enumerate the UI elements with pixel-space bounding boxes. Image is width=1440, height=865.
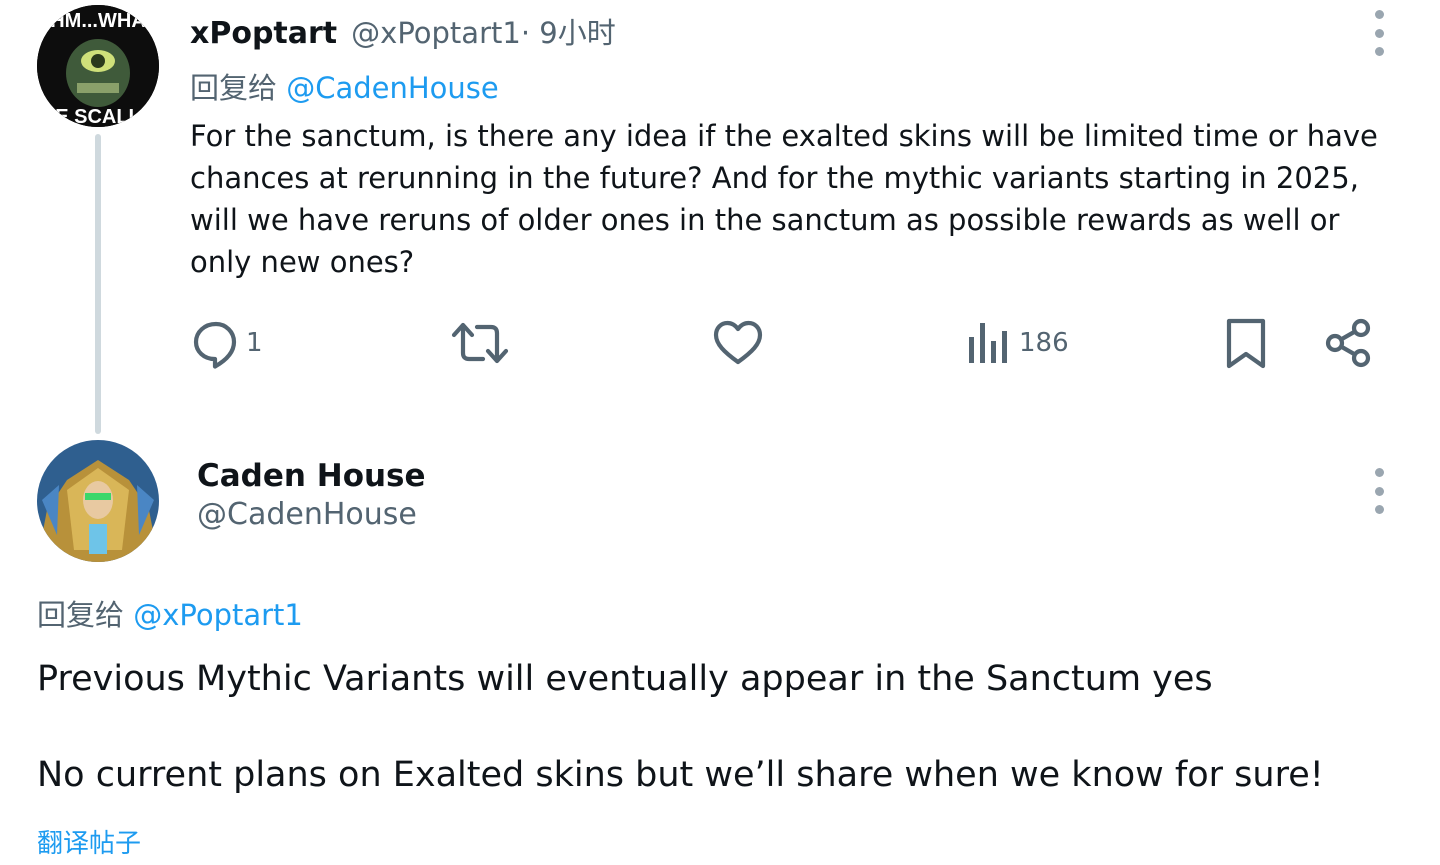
replying-to: 回复给 @CadenHouse: [190, 65, 499, 107]
reply-icon: [193, 321, 237, 369]
retweet-icon: [451, 322, 509, 364]
tweet-timestamp[interactable]: · 9小时: [521, 10, 616, 52]
views-count: 186: [1019, 328, 1069, 358]
more-options-button[interactable]: [1364, 468, 1394, 514]
retweet-button[interactable]: [450, 315, 514, 371]
author-name[interactable]: Caden House: [197, 458, 426, 494]
like-button[interactable]: [712, 315, 768, 371]
more-icon: [1374, 468, 1384, 477]
reply-button[interactable]: 1: [190, 315, 263, 371]
avatar-caption-bottom: E SCALL: [55, 106, 141, 127]
thread-connector-line: [95, 134, 101, 434]
replying-to: 回复给 @xPoptart1: [37, 592, 303, 634]
bookmark-button[interactable]: [1220, 315, 1272, 371]
author-handle[interactable]: @CadenHouse: [197, 497, 417, 532]
avatar-image: [37, 440, 159, 562]
share-icon: [1325, 318, 1371, 368]
more-icon-dot: [1374, 28, 1384, 38]
more-options-button[interactable]: [1364, 10, 1394, 56]
author-handle[interactable]: @xPoptart1: [351, 16, 521, 50]
bookmark-icon: [1226, 318, 1266, 369]
more-icon: [1374, 10, 1384, 19]
tweet-header: xPoptart @xPoptart1 · 9小时: [190, 10, 616, 52]
tweet-text-line: Previous Mythic Variants will eventually…: [37, 659, 1213, 699]
tweet-actions-bar: 1 186: [190, 315, 1380, 371]
avatar-caden-house[interactable]: [37, 440, 159, 562]
tweet-text-line: No current plans on Exalted skins but we…: [37, 755, 1324, 795]
reply-mention-link[interactable]: @xPoptart1: [133, 598, 303, 632]
reply-mention-link[interactable]: @CadenHouse: [286, 71, 499, 105]
more-icon-dot: [1374, 47, 1384, 56]
author-name[interactable]: xPoptart: [190, 16, 337, 51]
avatar-xpoptart[interactable]: HM...WHA E SCALL: [37, 5, 159, 127]
more-icon-dot: [1374, 486, 1384, 496]
like-icon: [713, 320, 763, 365]
avatar-caption-top: HM...WHA: [50, 10, 146, 32]
views-icon: [969, 323, 1007, 363]
translate-post-link[interactable]: 翻译帖子: [37, 823, 141, 860]
views-button[interactable]: 186: [963, 315, 1069, 371]
more-icon-dot: [1374, 505, 1384, 514]
share-button[interactable]: [1322, 315, 1374, 371]
reply-prefix: 回复给: [37, 598, 134, 632]
tweet-text: For the sanctum, is there any idea if th…: [190, 119, 1388, 279]
avatar-image: HM...WHA E SCALL: [37, 5, 159, 127]
tweet-text: Previous Mythic Variants will eventually…: [37, 655, 1417, 799]
reply-count: 1: [246, 328, 263, 358]
reply-prefix: 回复给: [190, 71, 287, 105]
